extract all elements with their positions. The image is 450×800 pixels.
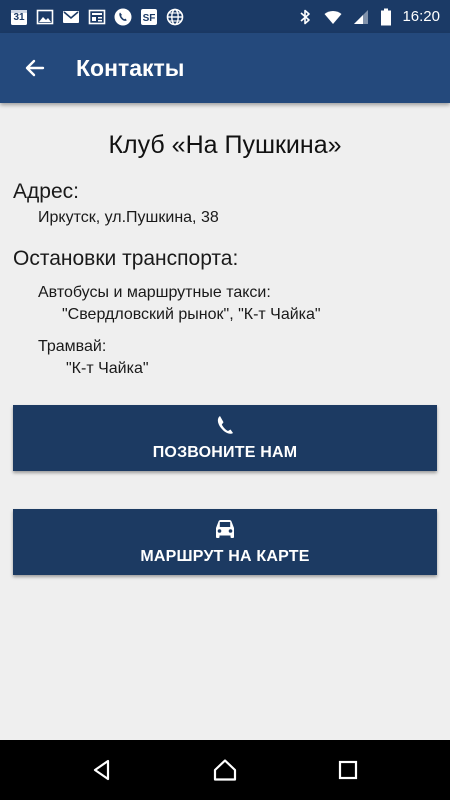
page-title: Контакты — [76, 54, 185, 81]
image-icon — [36, 8, 54, 26]
tram-label: Трамвай: — [38, 338, 107, 355]
recents-icon — [339, 760, 358, 780]
news-icon — [88, 8, 106, 26]
app-bar: Контакты — [0, 33, 450, 103]
nav-back-button[interactable] — [72, 740, 132, 800]
calendar-day: 31 — [13, 11, 25, 23]
tram-stops: "К-т Чайка" — [66, 360, 149, 377]
status-bar: 31 SF 16:20 — [0, 0, 450, 33]
back-button[interactable] — [0, 33, 70, 103]
route-map-button[interactable]: МАРШРУТ НА КАРТЕ — [13, 509, 437, 575]
mail-icon — [62, 8, 80, 26]
navigation-bar — [0, 740, 450, 800]
transport-label: Остановки транспорта: — [13, 247, 239, 270]
route-map-button-label: МАРШРУТ НА КАРТЕ — [140, 548, 310, 565]
bluetooth-icon — [296, 8, 314, 26]
globe-icon — [166, 8, 184, 26]
contacts-content: Клуб «На Пушкина» Адрес: Иркутск, ул.Пуш… — [0, 103, 450, 740]
nav-home-button[interactable] — [195, 740, 255, 800]
battery-icon — [380, 8, 392, 26]
back-triangle-icon — [93, 759, 109, 781]
call-button[interactable]: ПОЗВОНИТЕ НАМ — [13, 405, 437, 471]
bus-label: Автобусы и маршрутные такси: — [38, 284, 271, 301]
club-title: Клуб «На Пушкина» — [108, 131, 342, 159]
clock: 16:20 — [402, 8, 440, 25]
address-value: Иркутск, ул.Пушкина, 38 — [38, 209, 219, 226]
call-button-label: ПОЗВОНИТЕ НАМ — [152, 444, 298, 461]
calendar-icon: 31 — [10, 8, 28, 26]
wifi-icon — [324, 8, 342, 26]
address-label: Адрес: — [13, 180, 79, 203]
sf-icon: SF — [140, 8, 158, 26]
phone-handset-icon — [217, 416, 233, 434]
home-icon — [213, 759, 237, 781]
signal-icon — [352, 8, 370, 26]
notification-icons: 31 SF — [10, 8, 184, 26]
phone-icon — [114, 8, 132, 26]
nav-recents-button[interactable] — [318, 740, 378, 800]
arrow-left-icon — [25, 59, 45, 77]
bus-stops: "Свердловский рынок", "К-т Чайка" — [62, 306, 321, 323]
system-icons: 16:20 — [296, 8, 440, 26]
svg-text:SF: SF — [143, 13, 156, 24]
car-icon — [216, 520, 234, 538]
